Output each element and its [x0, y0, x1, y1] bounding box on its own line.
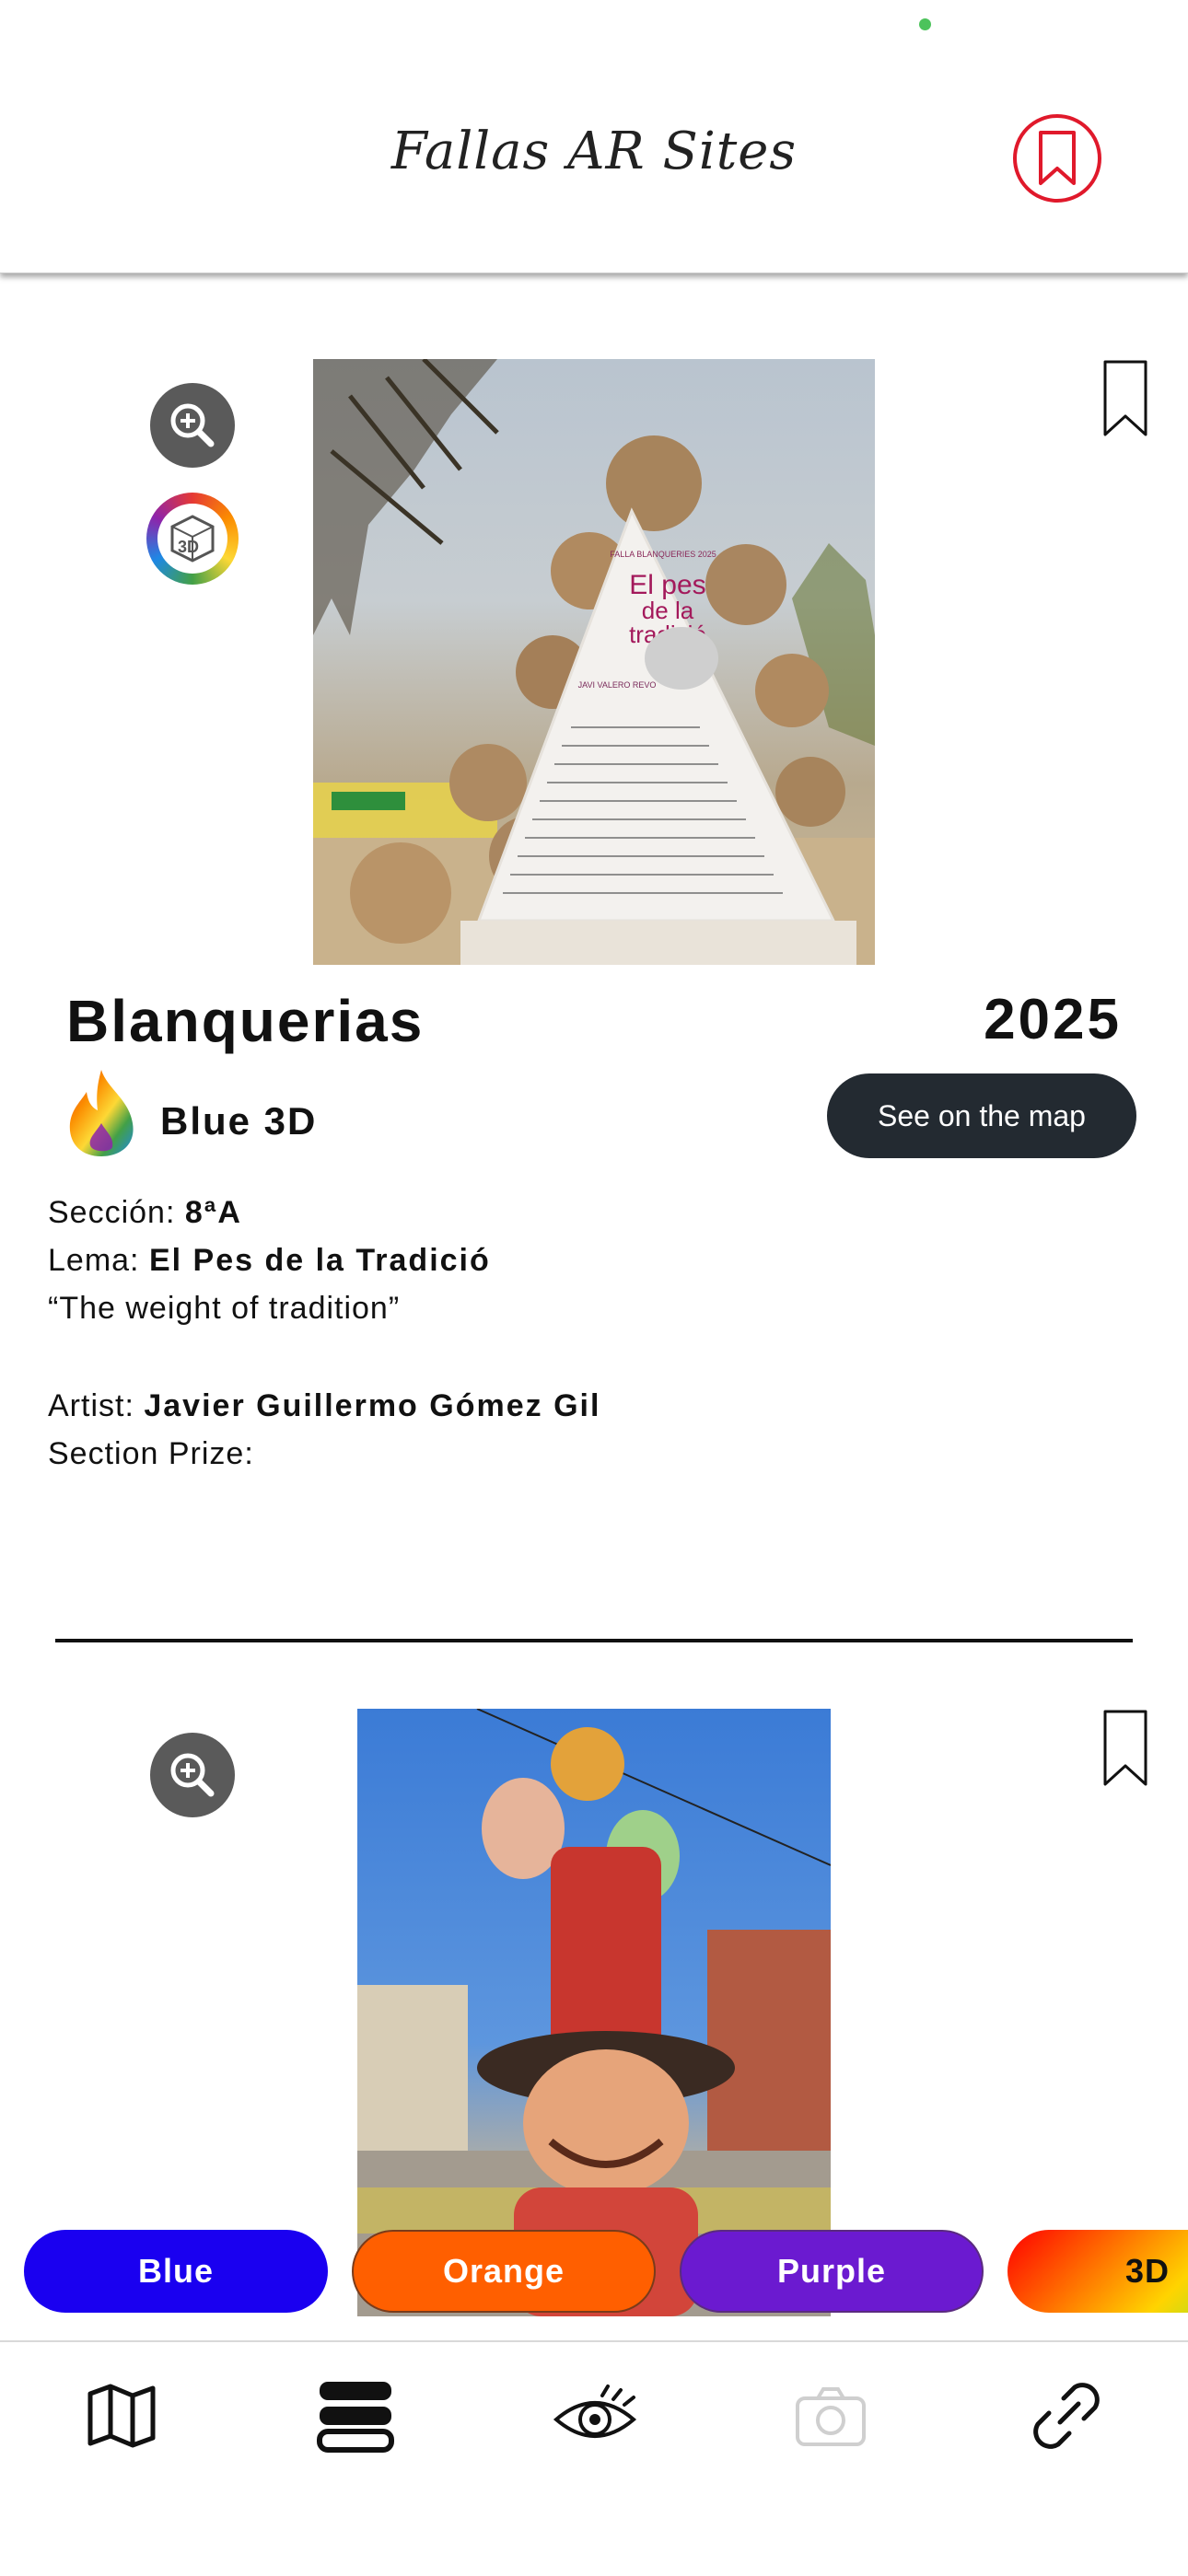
nav-links[interactable] — [1020, 2370, 1112, 2462]
nav-ar-view[interactable] — [549, 2370, 641, 2462]
falla-photo: FALLA BLANQUERIES 2025 El pes de la trad… — [313, 359, 875, 965]
nav-map[interactable] — [76, 2370, 168, 2462]
seccion-value: 8ªA — [184, 1195, 242, 1230]
zoom-in-icon — [170, 1753, 215, 1797]
bookmark-icon — [1039, 131, 1076, 185]
rainbow-flame-icon — [69, 1070, 134, 1156]
nav-camera[interactable] — [785, 2370, 877, 2462]
card-bookmark-icon[interactable] — [1101, 359, 1149, 438]
filter-chip-3d[interactable]: 3D — [1007, 2230, 1188, 2313]
falla-year: 2025 — [984, 988, 1122, 1051]
falla-photo-2 — [357, 1709, 831, 2316]
list-icon — [317, 2382, 394, 2453]
card-bookmark-icon-2[interactable] — [1101, 1709, 1149, 1788]
lema-translation: “The weight of tradition” — [48, 1291, 401, 1326]
sign-falla-text: FALLA BLANQUERIES 2025 — [610, 550, 716, 559]
falla-monument-image: FALLA BLANQUERIES 2025 El pes de la trad… — [313, 359, 875, 965]
lema-value: El Pes de la Tradició — [148, 1243, 491, 1278]
filter-chip-orange[interactable]: Orange — [352, 2230, 656, 2313]
card-divider — [55, 1639, 1133, 1642]
zoom-button[interactable] — [150, 383, 235, 468]
nav-list[interactable] — [309, 2370, 402, 2462]
section-prize-label: Section Prize: — [48, 1436, 254, 1471]
filter-chip-purple[interactable]: Purple — [680, 2230, 984, 2313]
link-icon — [1033, 2383, 1100, 2449]
artist-value: Javier Guillermo Gómez Gil — [144, 1388, 601, 1423]
status-indicator — [919, 18, 931, 30]
zoom-in-icon — [170, 403, 215, 447]
seccion-row: Sección: 8ªA — [48, 1195, 242, 1231]
artist-label: Artist: — [48, 1388, 134, 1423]
seccion-label: Sección: — [48, 1195, 176, 1230]
lema-label: Lema: — [48, 1243, 140, 1278]
lema-row: Lema: El Pes de la Tradició — [48, 1243, 491, 1279]
see-on-map-button[interactable]: See on the map — [827, 1073, 1136, 1158]
app-title: Fallas AR Sites — [390, 122, 798, 181]
eye-icon — [553, 2385, 637, 2438]
camera-icon — [796, 2387, 866, 2446]
falla-monument-image-2 — [357, 1709, 831, 2316]
zoom-button-2[interactable] — [150, 1733, 235, 1817]
falla-name: Blanquerias — [66, 988, 425, 1054]
cube-3d-icon: 3D — [170, 515, 215, 563]
artist-row: Artist: Javier Guillermo Gómez Gil — [48, 1388, 600, 1424]
svg-text:3D: 3D — [178, 538, 199, 556]
filter-chip-blue[interactable]: Blue — [24, 2230, 328, 2313]
map-icon — [87, 2384, 156, 2448]
category-label: Blue 3D — [160, 1099, 318, 1143]
view-3d-button[interactable]: 3D — [146, 493, 239, 585]
header-bookmark-button[interactable] — [1013, 114, 1101, 203]
sign-artist-text: JAVI VALERO REVO — [578, 680, 657, 690]
